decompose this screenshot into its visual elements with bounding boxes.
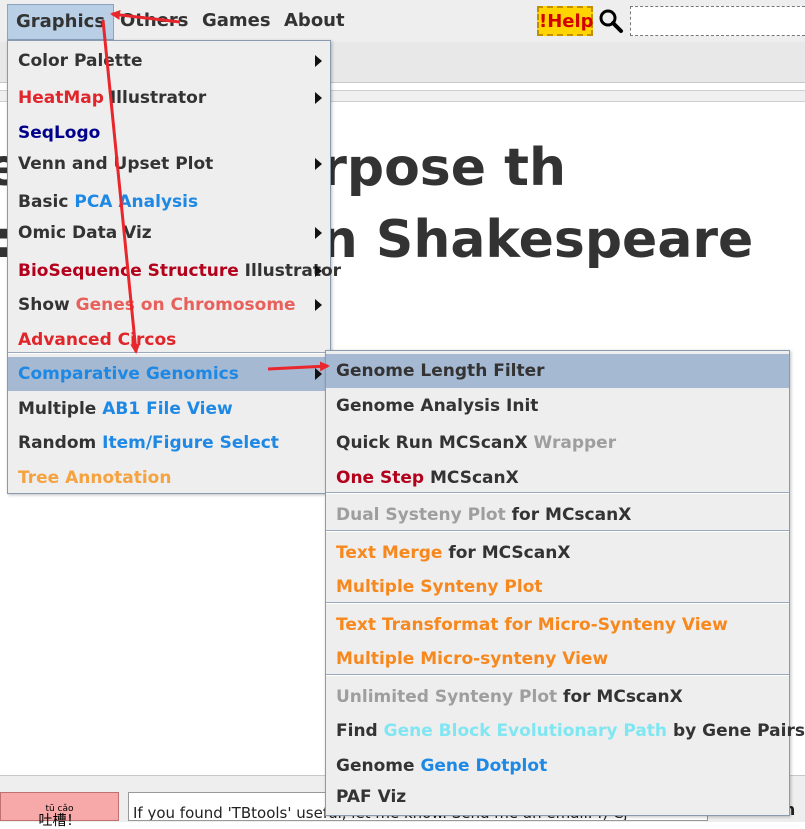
menu-separator [326,602,789,604]
menu-item-text: for MCscanX [505,505,632,525]
menu-item-show-genes-on-chromosome[interactable]: Show Genes on Chromosome [8,288,330,322]
menu-item-text: AB1 File View [102,399,233,419]
menu-others[interactable]: Others [112,4,197,38]
menu-item-text: Text Transformat for Micro-Synteny View [336,615,728,635]
menu-item-text: Dual Systeny Plot [336,505,506,525]
submenu-arrow-icon [315,55,322,67]
menu-item-text: MCScanX [424,468,519,488]
menu-item-text: Comparative Genomics [18,364,239,384]
menu-games[interactable]: Games [194,4,279,38]
search-icon[interactable] [598,8,624,34]
menu-item-text: Genes on Chromosome [75,295,296,315]
menu-item-multiple-ab1-file-view[interactable]: Multiple AB1 File View [8,392,330,426]
submenu-arrow-icon [315,227,322,239]
menu-item-text: Gene Dotplot [420,756,548,776]
menu-item-text: Multiple [18,399,103,419]
menu-item-venn-and-upset-plot[interactable]: Venn and Upset Plot [8,147,330,181]
menu-item-text: Genome Length Filter [336,361,545,381]
menu-graphics[interactable]: Graphics [7,4,115,40]
menu-item-text: HeatMap [18,88,104,108]
menu-item-text: PCA Analysis [74,192,199,212]
menu-item-text: Genome [336,756,421,776]
submenu-arrow-icon [315,299,322,311]
menu-item-genome-analysis-init[interactable]: Genome Analysis Init [326,389,789,423]
feedback-ruby: tū cǎo [45,804,74,814]
search-input[interactable] [630,6,805,36]
menu-item-text: Venn and Upset Plot [18,154,214,174]
menu-separator [326,530,789,532]
submenu-arrow-icon [315,92,322,104]
menu-item-text: PAF Viz [336,787,407,807]
menubar: Graphics Others Games About !Help [0,0,805,42]
comparative-genomics-submenu: Genome Length Filter Genome Analysis Init… [325,350,805,816]
menu-item-text: Wrapper [533,433,617,453]
menu-separator [326,674,789,676]
submenu-arrow-icon [315,368,322,380]
menu-item-tree-annotation[interactable]: Tree Annotation [8,461,330,495]
submenu-arrow-icon [315,265,322,277]
menu-item-text: Gene Block Evolutionary Path [383,721,668,741]
menu-item-omic-data-viz[interactable]: Omic Data Viz [8,216,330,250]
submenu-arrow-icon [315,158,322,170]
menu-item-biosequence-structure-illustrator[interactable]: BioSequence Structure Illustrator [8,254,341,288]
help-button[interactable]: !Help [537,6,594,36]
menu-item-text: Show [18,295,76,315]
menu-item-dual-systeny-plot-for-mcscanx[interactable]: Dual Systeny Plot for MCscanX [326,498,789,532]
menu-item-unlimited-synteny-plot-for-mcscanx[interactable]: Unlimited Synteny Plot for MCscanX [326,680,789,714]
menu-item-text: Multiple Micro-synteny View [336,649,609,669]
menu-about[interactable]: About [276,4,353,38]
menu-item-text: Omic Data Viz [18,223,152,243]
menu-item-text: Item/Figure Select [102,433,279,453]
menu-item-genome-length-filter[interactable]: Genome Length Filter [326,354,789,388]
menu-item-seqlogo[interactable]: SeqLogo [8,116,330,150]
menu-item-multiple-micro-synteny-view[interactable]: Multiple Micro-synteny View [326,642,789,676]
menu-item-text: Illustrator [103,88,207,108]
menu-item-basic-pca-analysis[interactable]: Basic PCA Analysis [8,185,330,219]
menu-item-text: Text Merge [336,543,443,563]
menu-item-text: for MCScanX [442,543,571,563]
graphics-menu: Color Palette HeatMap Illustrator SeqLogo V… [7,40,341,495]
menu-item-text: One Step [336,468,425,488]
menu-item-text: Basic [18,192,75,212]
menu-item-text: Unlimited Synteny Plot [336,687,558,707]
menu-item-text: Illustrator [238,261,342,281]
menu-item-text: by Gene Pairs [667,721,805,741]
menu-item-comparative-genomics[interactable]: Comparative Genomics [8,357,330,391]
menu-item-paf-viz[interactable]: PAF Viz [326,780,789,814]
menu-item-text-merge-for-mcscanx[interactable]: Text Merge for MCScanX [326,536,789,570]
menu-item-text: Multiple Synteny Plot [336,577,543,597]
menu-item-heatmap-illustrator[interactable]: HeatMap Illustrator [8,81,330,115]
menu-item-random-item-figure-select[interactable]: Random Item/Figure Select [8,426,330,460]
menu-item-genome-gene-dotplot[interactable]: Genome Gene Dotplot [326,749,789,783]
menu-item-text: SeqLogo [18,123,101,143]
menu-item-text: for MCscanX [557,687,683,707]
menu-item-quick-run-mcscanx-wrapper[interactable]: Quick Run MCScanX Wrapper [326,426,789,460]
menu-item-text: Color Palette [18,51,143,71]
menu-item-one-step-mcscanx[interactable]: One Step MCScanX [326,461,789,495]
menu-item-find-gene-block-evolutionary-path-by-gene-pairs[interactable]: Find Gene Block Evolutionary Path by Gen… [326,714,805,748]
menu-item-text: Quick Run MCScanX [336,433,534,453]
feedback-label: 吐槽！ [38,813,81,829]
menu-item-text: BioSequence Structure [18,261,239,281]
menu-separator [326,492,789,494]
menu-separator [8,352,330,354]
menu-item-text-transformat-for-micro-synteny-view[interactable]: Text Transformat for Micro-Synteny View [326,608,789,642]
menu-item-text: Find [336,721,384,741]
menu-item-text: Random [18,433,103,453]
menu-item-multiple-synteny-plot[interactable]: Multiple Synteny Plot [326,570,789,604]
menu-item-text: Genome Analysis Init [336,396,539,416]
menu-item-color-palette[interactable]: Color Palette [8,44,330,78]
feedback-button[interactable]: tū cǎo 吐槽！ [0,792,119,828]
menu-item-text: Advanced Circos [18,330,177,350]
menu-item-text: Tree Annotation [18,468,172,488]
